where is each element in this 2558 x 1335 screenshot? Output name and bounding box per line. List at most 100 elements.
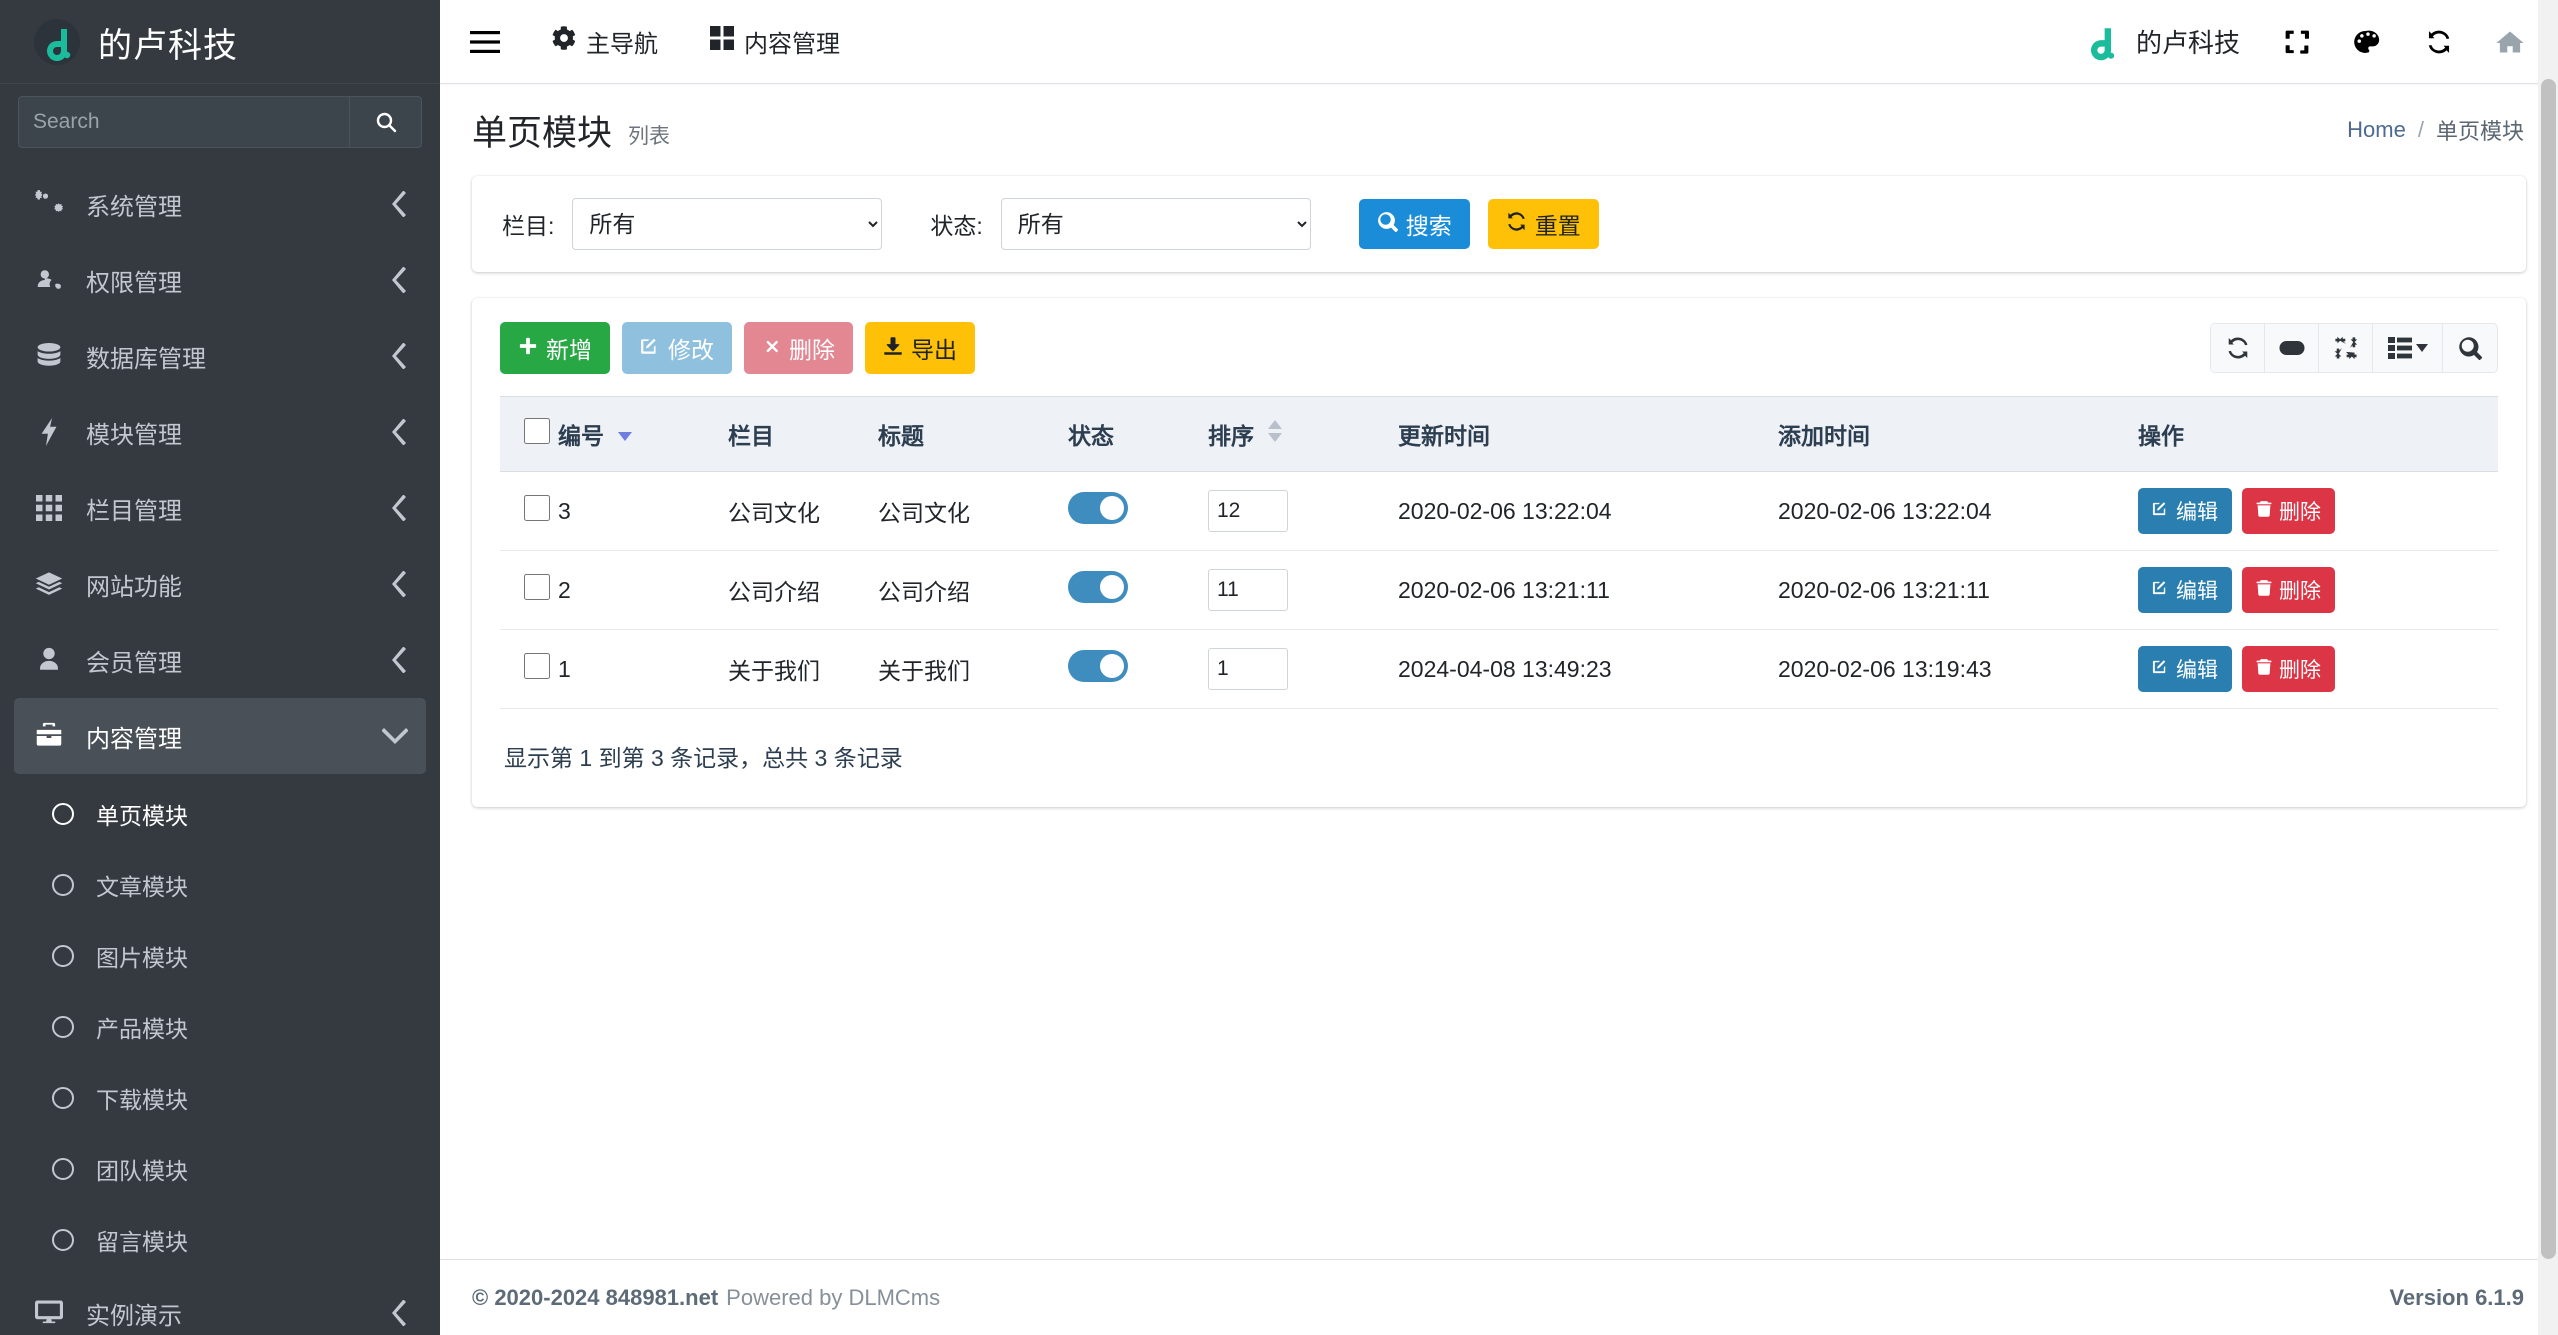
columns-list-icon[interactable] — [2373, 324, 2443, 372]
sidebar-item-content[interactable]: 内容管理 — [14, 698, 426, 774]
layers-icon — [32, 570, 66, 598]
chevron-left-icon — [392, 191, 408, 217]
table-toolbar-actions: 新增 修改 删除 导出 — [500, 322, 975, 374]
row-checkbox[interactable] — [524, 495, 550, 521]
row-delete-button[interactable]: 删除 — [2242, 488, 2335, 534]
sidebar-subitem-product[interactable]: 产品模块 — [34, 991, 426, 1062]
fullscreen-arrows-icon[interactable] — [2319, 324, 2373, 372]
topbar-brand[interactable]: 的卢科技 — [2080, 21, 2240, 63]
sidebar-search[interactable] — [18, 96, 422, 148]
sort-input[interactable] — [1208, 490, 1288, 532]
trash-icon — [2256, 499, 2272, 523]
sort-input[interactable] — [1208, 569, 1288, 611]
status-toggle[interactable] — [1068, 650, 1128, 682]
search-icon[interactable] — [2443, 324, 2497, 372]
sidebar-subitem-image[interactable]: 图片模块 — [34, 920, 426, 991]
logo-icon — [34, 19, 80, 65]
gear-icon — [552, 26, 576, 57]
sidebar-subitem-single-page[interactable]: 单页模块 — [34, 778, 426, 849]
row-checkbox[interactable] — [524, 574, 550, 600]
export-button[interactable]: 导出 — [865, 322, 975, 374]
sidebar-item-website[interactable]: 网站功能 — [14, 546, 426, 622]
row-edit-button[interactable]: 编辑 — [2138, 567, 2232, 613]
modify-button[interactable]: 修改 — [622, 322, 732, 374]
filter-column-select[interactable]: 所有 — [572, 198, 883, 250]
footer-version-label: Version — [2389, 1284, 2469, 1310]
hamburger-menu-icon[interactable] — [470, 30, 500, 54]
circle-icon — [52, 873, 74, 896]
row-checkbox[interactable] — [524, 653, 550, 679]
sidebar-brand[interactable]: 的卢科技 — [0, 0, 440, 84]
cell-operations: 编辑 删除 — [2138, 550, 2498, 630]
status-toggle[interactable] — [1068, 492, 1128, 524]
row-delete-button[interactable]: 删除 — [2242, 567, 2335, 613]
sidebar-item-module[interactable]: 模块管理 — [14, 394, 426, 470]
cell-operations: 编辑 删除 — [2138, 471, 2498, 551]
sort-both-icon — [1268, 420, 1282, 448]
expand-icon[interactable] — [2284, 29, 2310, 55]
add-button[interactable]: 新增 — [500, 322, 610, 374]
sidebar-item-system[interactable]: 系统管理 — [14, 166, 426, 242]
refresh-icon[interactable] — [2426, 29, 2452, 55]
search-input[interactable] — [19, 97, 349, 147]
topbar-link-content-mgmt[interactable]: 内容管理 — [710, 24, 840, 59]
sidebar-subitem-label: 留言模块 — [96, 1228, 188, 1255]
sidebar-item-label: 实例演示 — [86, 1302, 182, 1330]
table-card: 新增 修改 删除 导出 编号 栏目 标题 状态 排序 更新时间 添加时间 操作 … — [472, 298, 2526, 807]
page-scrollbar[interactable] — [2538, 0, 2558, 1335]
cell-status — [1068, 629, 1208, 709]
search-button[interactable]: 搜索 — [1358, 199, 1470, 249]
th-large-icon — [710, 26, 734, 57]
column-sort[interactable]: 排序 — [1208, 396, 1398, 472]
row-edit-button[interactable]: 编辑 — [2138, 488, 2232, 534]
sidebar-item-label: 系统管理 — [86, 193, 182, 221]
edit-square-icon — [2152, 578, 2169, 602]
row-delete-button[interactable]: 删除 — [2242, 646, 2335, 692]
circle-icon — [52, 944, 74, 967]
palette-icon[interactable] — [2354, 28, 2382, 56]
column-status[interactable]: 状态 — [1068, 396, 1208, 472]
sidebar-item-database[interactable]: 数据库管理 — [14, 318, 426, 394]
toggle-view-icon[interactable] — [2265, 324, 2319, 372]
column-added[interactable]: 添加时间 — [1778, 396, 2138, 472]
delete-button[interactable]: 删除 — [744, 322, 853, 374]
column-category[interactable]: 栏目 — [728, 396, 878, 472]
sidebar-item-member[interactable]: 会员管理 — [14, 622, 426, 698]
column-header-label: 添加时间 — [1778, 423, 1870, 449]
cell-updated: 2020-02-06 13:21:11 — [1398, 550, 1778, 630]
sidebar-item-label: 网站功能 — [86, 573, 182, 601]
cogs-icon — [32, 190, 66, 218]
filter-status-select[interactable]: 所有 — [1000, 198, 1311, 250]
column-title[interactable]: 标题 — [878, 396, 1068, 472]
sidebar-item-category[interactable]: 栏目管理 — [14, 470, 426, 546]
column-select-all — [500, 396, 558, 472]
search-button-label: 搜索 — [1405, 213, 1452, 239]
edit-square-icon — [640, 335, 660, 362]
sidebar-subitem-message[interactable]: 留言模块 — [34, 1204, 426, 1275]
topbar: 主导航 内容管理 的卢科技 — [440, 0, 2558, 84]
sort-input[interactable] — [1208, 648, 1288, 690]
main-area: 主导航 内容管理 的卢科技 单页模块 列表 Home / 单页模块 栏目: 所有… — [440, 0, 2558, 1335]
circle-icon — [52, 1015, 74, 1038]
topbar-link-main-nav[interactable]: 主导航 — [552, 24, 658, 59]
column-updated[interactable]: 更新时间 — [1398, 396, 1778, 472]
home-icon[interactable] — [2496, 28, 2524, 56]
sidebar-subitem-article[interactable]: 文章模块 — [34, 849, 426, 920]
sidebar-item-demo[interactable]: 实例演示 — [14, 1275, 426, 1335]
column-id[interactable]: 编号 — [558, 396, 728, 472]
select-all-checkbox[interactable] — [524, 418, 550, 444]
row-edit-button[interactable]: 编辑 — [2138, 646, 2232, 692]
sidebar-subitem-label: 图片模块 — [96, 944, 188, 971]
breadcrumb-home[interactable]: Home — [2347, 117, 2406, 143]
sidebar-subitem-team[interactable]: 团队模块 — [34, 1133, 426, 1204]
page-scrollbar-thumb[interactable] — [2541, 79, 2556, 1259]
column-header-label: 状态 — [1068, 423, 1114, 449]
close-x-icon — [762, 335, 781, 362]
reset-button[interactable]: 重置 — [1487, 199, 1599, 249]
footer-copyright: © 2020-2024 848981.net — [472, 1284, 719, 1310]
status-toggle[interactable] — [1068, 571, 1128, 603]
search-submit-button[interactable] — [349, 97, 421, 147]
sidebar-item-permission[interactable]: 权限管理 — [14, 242, 426, 318]
sidebar-subitem-download[interactable]: 下载模块 — [34, 1062, 426, 1133]
refresh-icon[interactable] — [2211, 324, 2265, 372]
